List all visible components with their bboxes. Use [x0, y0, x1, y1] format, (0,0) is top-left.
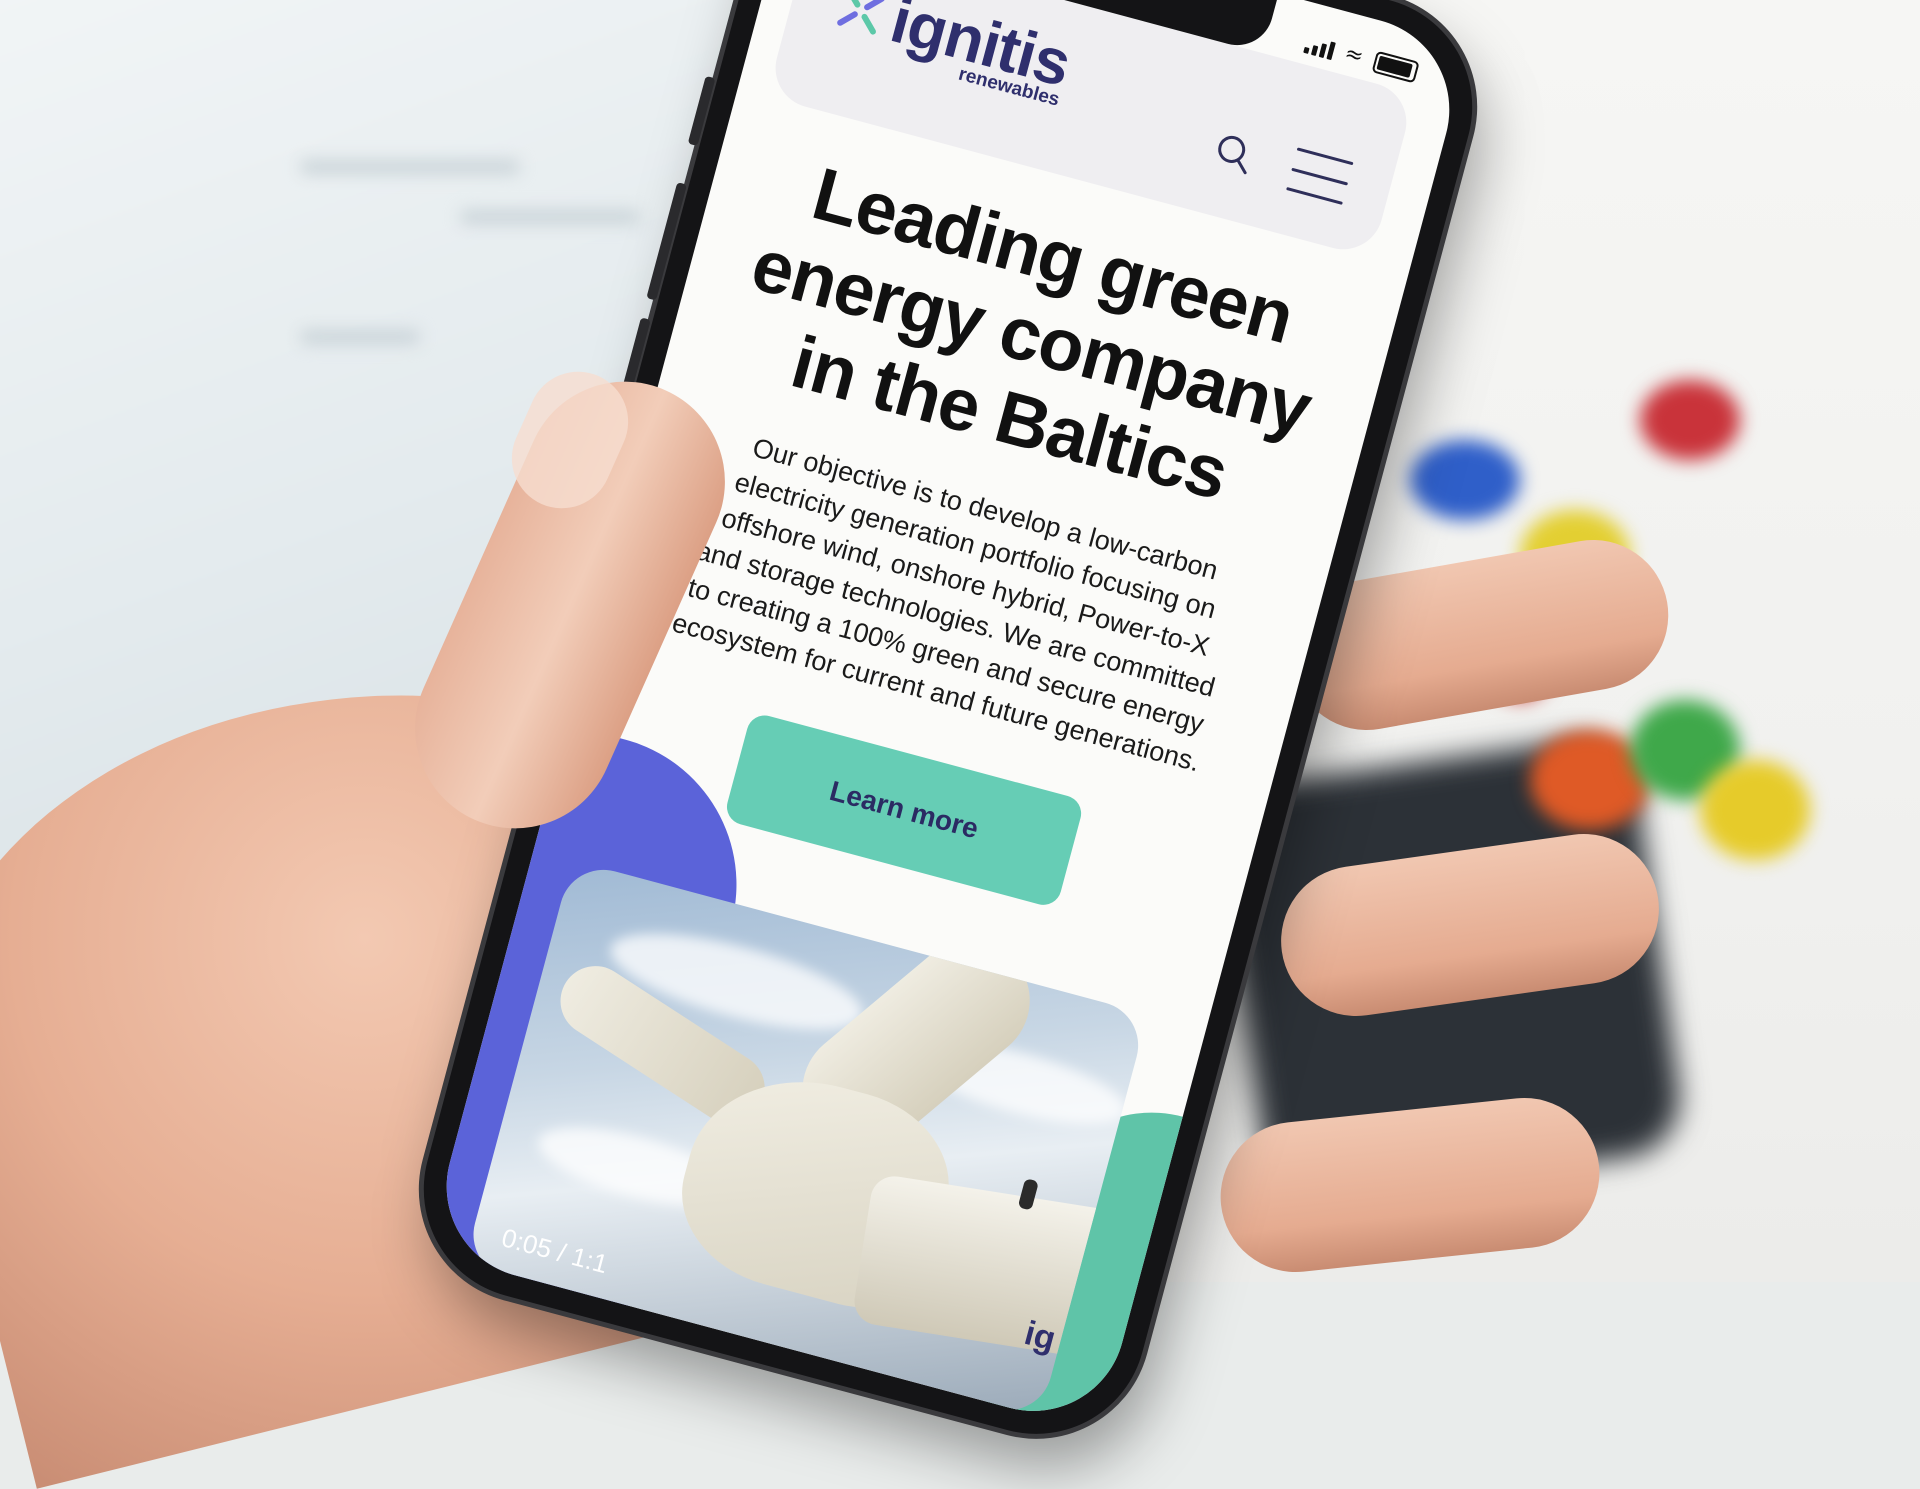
signal-icon — [1302, 33, 1336, 61]
search-icon[interactable] — [1209, 129, 1258, 178]
blurred-ui-line — [460, 210, 640, 224]
video-timestamp: 0:05 / 1:1 — [498, 1222, 612, 1280]
learn-more-button[interactable]: Learn more — [722, 711, 1086, 909]
hamburger-menu-icon[interactable] — [1286, 147, 1354, 205]
blurred-ui-line — [300, 160, 520, 174]
candy-bead — [1700, 760, 1810, 860]
candy-bead — [1640, 380, 1740, 460]
candy-bead — [1410, 440, 1520, 520]
blurred-ui-line — [300, 330, 420, 344]
ignitis-logo[interactable]: ignitis renewables — [827, 0, 1078, 112]
wifi-icon: ≈ — [1341, 40, 1367, 70]
battery-icon — [1371, 50, 1420, 84]
ignitis-logo-mark-icon — [837, 0, 885, 35]
